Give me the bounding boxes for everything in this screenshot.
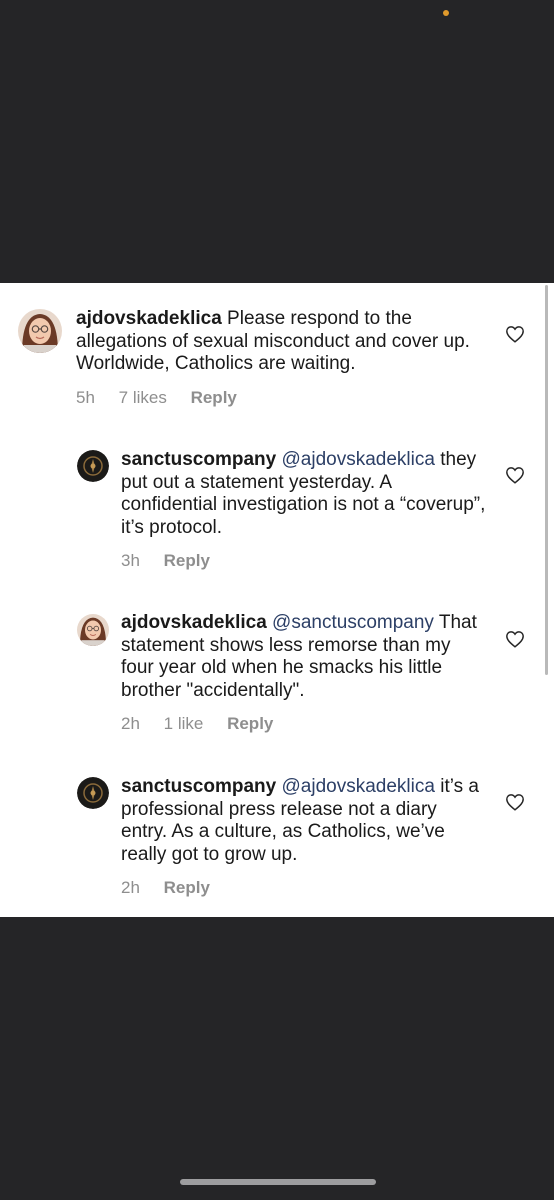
company-logo-avatar-icon (77, 450, 109, 482)
comment-mention[interactable]: @ajdovskadeklica (282, 449, 435, 470)
reply-button[interactable]: Reply (164, 878, 210, 897)
comment-time: 5h (76, 388, 95, 407)
avatar[interactable] (77, 777, 109, 809)
home-indicator[interactable] (180, 1179, 376, 1185)
avatar[interactable] (18, 309, 62, 353)
like-heart-icon[interactable] (505, 793, 525, 811)
top-dark-area (0, 0, 554, 283)
company-logo-avatar-icon (77, 777, 109, 809)
comment-username[interactable]: sanctuscompany (121, 776, 276, 797)
comment-likes[interactable]: 7 likes (119, 388, 167, 407)
reply-button[interactable]: Reply (227, 714, 273, 733)
bottom-dark-area (0, 917, 554, 1200)
comment-username[interactable]: ajdovskadeklica (121, 612, 267, 633)
avatar[interactable] (77, 450, 109, 482)
status-indicator-dot (443, 10, 449, 16)
woman-with-glasses-avatar-icon (77, 614, 109, 646)
like-heart-icon[interactable] (505, 630, 525, 648)
comment-meta: 2h Reply (121, 878, 229, 898)
comment-body: ajdovskadeklica Please respond to the al… (76, 308, 486, 376)
comment-time: 2h (121, 878, 140, 897)
woman-with-glasses-avatar-icon (18, 309, 62, 353)
comment-time: 2h (121, 714, 140, 733)
like-heart-icon[interactable] (505, 325, 525, 343)
comment-likes[interactable]: 1 like (164, 714, 204, 733)
comment-username[interactable]: sanctuscompany (121, 449, 276, 470)
comment-mention[interactable]: @ajdovskadeklica (282, 776, 435, 797)
comment-meta: 5h 7 likes Reply (76, 388, 256, 408)
comment-body: sanctuscompany @ajdovskadeklica it’s a p… (121, 776, 486, 866)
comment-mention[interactable]: @sanctuscompany (272, 612, 434, 633)
comment-body: ajdovskadeklica @sanctuscompany That sta… (121, 612, 486, 702)
comment-username[interactable]: ajdovskadeklica (76, 308, 222, 329)
scrollbar[interactable] (545, 285, 548, 675)
avatar[interactable] (77, 614, 109, 646)
reply-button[interactable]: Reply (164, 551, 210, 570)
comment-time: 3h (121, 551, 140, 570)
comment-meta: 3h Reply (121, 551, 229, 571)
comments-panel[interactable]: ajdovskadeklica Please respond to the al… (0, 283, 554, 917)
comment-meta: 2h 1 like Reply (121, 714, 292, 734)
comment-body: sanctuscompany @ajdovskadeklica they put… (121, 449, 486, 539)
like-heart-icon[interactable] (505, 466, 525, 484)
reply-button[interactable]: Reply (191, 388, 237, 407)
